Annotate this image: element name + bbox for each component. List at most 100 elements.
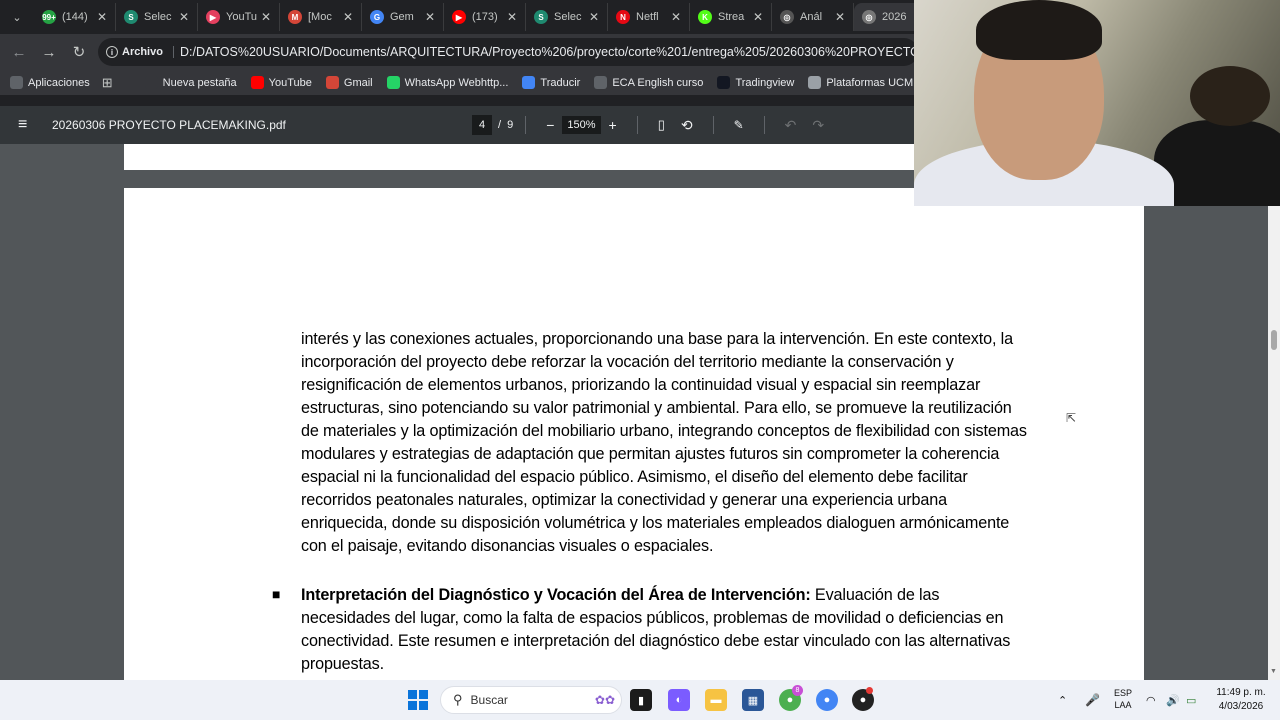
volume-icon[interactable]: 🔊 [1166,680,1180,720]
bookmark-item[interactable]: Traducir [522,76,580,89]
toolbar-divider [763,116,765,134]
bookmark-label: Aplicaciones [28,76,90,89]
windows-start-icon[interactable] [408,690,428,710]
back-arrow-icon[interactable]: ← [4,37,34,67]
notification-badge: 8 [792,685,803,696]
browser-tab[interactable]: ▶ (173) ✕ [444,3,526,31]
fit-page-icon[interactable]: ▯ [658,117,665,133]
tray-chevron-icon[interactable]: ⌃ [1058,680,1067,720]
copilot-icon[interactable]: ◐ [668,689,690,711]
youtube-icon [250,76,264,89]
tab-title: Selec [144,11,172,23]
pdf-viewer-canvas[interactable]: interés y las conexiones actuales, propo… [0,144,1268,680]
browser-tab[interactable]: G Gem ✕ [362,3,444,31]
page-number-input[interactable]: 4 [472,115,492,135]
bookmark-label: Tradingview [735,76,795,89]
tab-search-chevron-icon[interactable]: ⌄ [0,0,34,34]
toolbar-divider [636,116,638,134]
tradingview-icon [717,76,731,89]
pdf-filename: 20260306 PROYECTO PLACEMAKING.pdf [52,118,286,132]
browser-tab[interactable]: M [Moc ✕ [280,3,362,31]
vertical-scrollbar[interactable]: ▲ ▼ [1268,144,1280,680]
tab-favicon-icon: S [534,10,548,24]
browser-tab[interactable]: ◎ Anál ✕ [772,3,854,31]
site-info-chip[interactable]: i Archivo [106,46,174,58]
task-view-icon[interactable]: ▮ [630,689,652,711]
scrollbar-thumb[interactable] [1271,330,1277,350]
tab-close-icon[interactable]: ✕ [671,10,681,24]
tab-close-icon[interactable]: ✕ [425,10,435,24]
pdf-page: interés y las conexiones actuales, propo… [124,188,1144,680]
browser-tab[interactable]: ▶ YouTu ✕ [198,3,280,31]
bookmark-item[interactable]: ECA English curso [594,76,703,89]
browser-tab[interactable]: 99+ (144) ✕ [34,3,116,31]
taskbar-clock[interactable]: 11:49 p. m. 4/03/2026 [1208,686,1274,714]
chrome-icon[interactable]: ● [816,689,838,711]
redo-icon[interactable]: ↷ [812,117,824,134]
forward-arrow-icon[interactable]: → [34,37,64,67]
battery-icon[interactable]: ▭ [1186,680,1196,720]
wifi-icon[interactable]: ◠ [1146,680,1156,720]
bookmark-item[interactable]: Nueva pestaña [144,76,237,89]
bullet-text: Interpretación del Diagnóstico y Vocació… [301,584,1031,676]
browser-tab[interactable]: K Strea ✕ [690,3,772,31]
tab-close-icon[interactable]: ✕ [835,10,845,24]
bookmark-item[interactable]: Plataformas UCM [808,76,913,89]
tab-close-icon[interactable]: ✕ [179,10,189,24]
tab-close-icon[interactable]: ✕ [753,10,763,24]
tab-close-icon[interactable]: ✕ [261,10,271,24]
recording-dot-icon [866,687,873,694]
bookmark-item[interactable]: Aplicaciones ⊞ [10,75,113,91]
scroll-down-arrow-icon[interactable]: ▼ [1270,668,1277,675]
tab-close-icon[interactable]: ✕ [589,10,599,24]
bookmark-item[interactable]: Tradingview [717,76,794,89]
tab-title: Gem [390,11,414,23]
bookmark-item[interactable]: YouTube [250,76,312,89]
bookmark-label: YouTube [268,76,312,89]
page-navigator: 4 / 9 − 150% + ▯ ⟲ ✎ ↶ ↷ [472,115,832,135]
undo-icon[interactable]: ↶ [785,117,797,134]
bookmark-label: ECA English curso [612,76,704,89]
webcam-person-2-head [1190,66,1270,126]
microsoft-store-icon[interactable]: ▦ [742,689,764,711]
tab-favicon-icon: M [288,10,302,24]
tab-favicon-icon: N [616,10,630,24]
bookmark-item[interactable]: Gmail [325,76,373,89]
zoom-in-icon[interactable]: + [609,117,617,133]
bookmark-label: Plataformas UCM [826,76,914,89]
translate-icon [522,76,536,89]
bookmark-item[interactable]: WhatsApp Webhttp... [386,76,508,89]
windows-taskbar: ⚲ Buscar ✿✿ ▮ ◐ ▬ ▦ ● 8 ● ● ⌃ 🎤 ESP LAA … [0,680,1280,720]
whatsapp-icon [386,76,400,89]
tab-close-icon[interactable]: ✕ [97,10,107,24]
language-indicator[interactable]: ESP LAA [1108,687,1138,711]
annotate-pen-icon[interactable]: ✎ [734,118,744,132]
page-separator: / [498,119,502,131]
zoom-out-icon[interactable]: − [546,117,554,133]
tab-close-icon[interactable]: ✕ [343,10,353,24]
tab-favicon-icon: ◎ [862,10,876,24]
reload-icon[interactable]: ↻ [64,37,94,67]
search-icon: ⚲ [453,692,463,707]
tab-list: 99+ (144) ✕ S Selec ✕ ▶ YouTu ✕ M [Moc ✕ G Gem ✕ ▶ (173)… [34,3,936,31]
info-icon: i [106,46,118,58]
bullet-square-icon: ■ [272,586,281,602]
search-highlight-icon: ✿✿ [594,693,615,707]
clock-date: 4/03/2026 [1218,701,1264,712]
tab-favicon-icon: ◎ [780,10,794,24]
hamburger-menu-icon[interactable]: ≡ [18,116,38,134]
tab-groups-icon[interactable]: ⊞ [102,75,113,91]
file-explorer-icon[interactable]: ▬ [705,689,727,711]
tab-close-icon[interactable]: ✕ [507,10,517,24]
tab-favicon-icon: ▶ [206,10,220,24]
taskbar-search[interactable]: ⚲ Buscar ✿✿ [440,686,622,714]
address-bar[interactable]: i Archivo D:/DATOS%20USUARIO/Documents/A… [98,38,918,66]
zoom-level-input[interactable]: 150% [562,116,601,134]
browser-tab[interactable]: S Selec ✕ [116,3,198,31]
language-bottom: LAA [1114,700,1132,710]
browser-tab[interactable]: S Selec ✕ [526,3,608,31]
tab-title: YouTu [226,11,257,23]
microphone-icon[interactable]: 🎤 [1085,680,1100,720]
rotate-icon[interactable]: ⟲ [681,117,693,134]
browser-tab[interactable]: N Netfl ✕ [608,3,690,31]
